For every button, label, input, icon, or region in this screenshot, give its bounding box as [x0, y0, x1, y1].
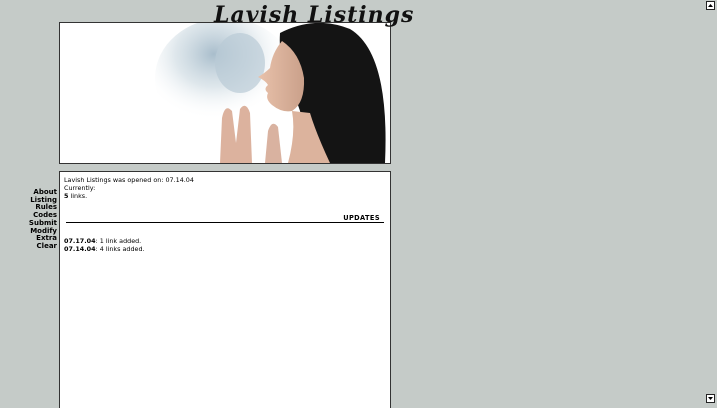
- content-panel: Lavish Listings was opened on: 07.14.04 …: [59, 171, 391, 408]
- nav-link-clear[interactable]: Clear: [0, 242, 57, 251]
- arrow-down-icon: [708, 397, 713, 400]
- scroll-up-button[interactable]: [706, 1, 715, 10]
- update-date: 07.17.04: [64, 237, 96, 245]
- scroll-down-button[interactable]: [706, 394, 715, 403]
- main-nav: About Listing Rules Codes Submit Modify …: [0, 188, 57, 251]
- updates-heading: UPDATES: [66, 214, 384, 223]
- opened-date-text: Lavish Listings was opened on: 07.14.04: [64, 176, 194, 184]
- link-count-line: 5 links.: [64, 192, 386, 200]
- updates-list: 07.17.04: 1 link added. 07.14.04: 4 link…: [64, 237, 386, 253]
- link-count-suffix: links.: [68, 192, 88, 200]
- site-logo: Lavish Listings: [214, 2, 415, 28]
- update-date: 07.14.04: [64, 245, 96, 253]
- update-text: : 1 link added.: [95, 237, 142, 245]
- update-text: : 4 links added.: [95, 245, 145, 253]
- currently-label: Currently:: [64, 184, 96, 192]
- arrow-up-icon: [708, 4, 713, 7]
- header-banner-image: [59, 22, 391, 164]
- update-entry: 07.14.04: 4 links added.: [64, 245, 386, 253]
- update-entry: 07.17.04: 1 link added.: [64, 237, 386, 245]
